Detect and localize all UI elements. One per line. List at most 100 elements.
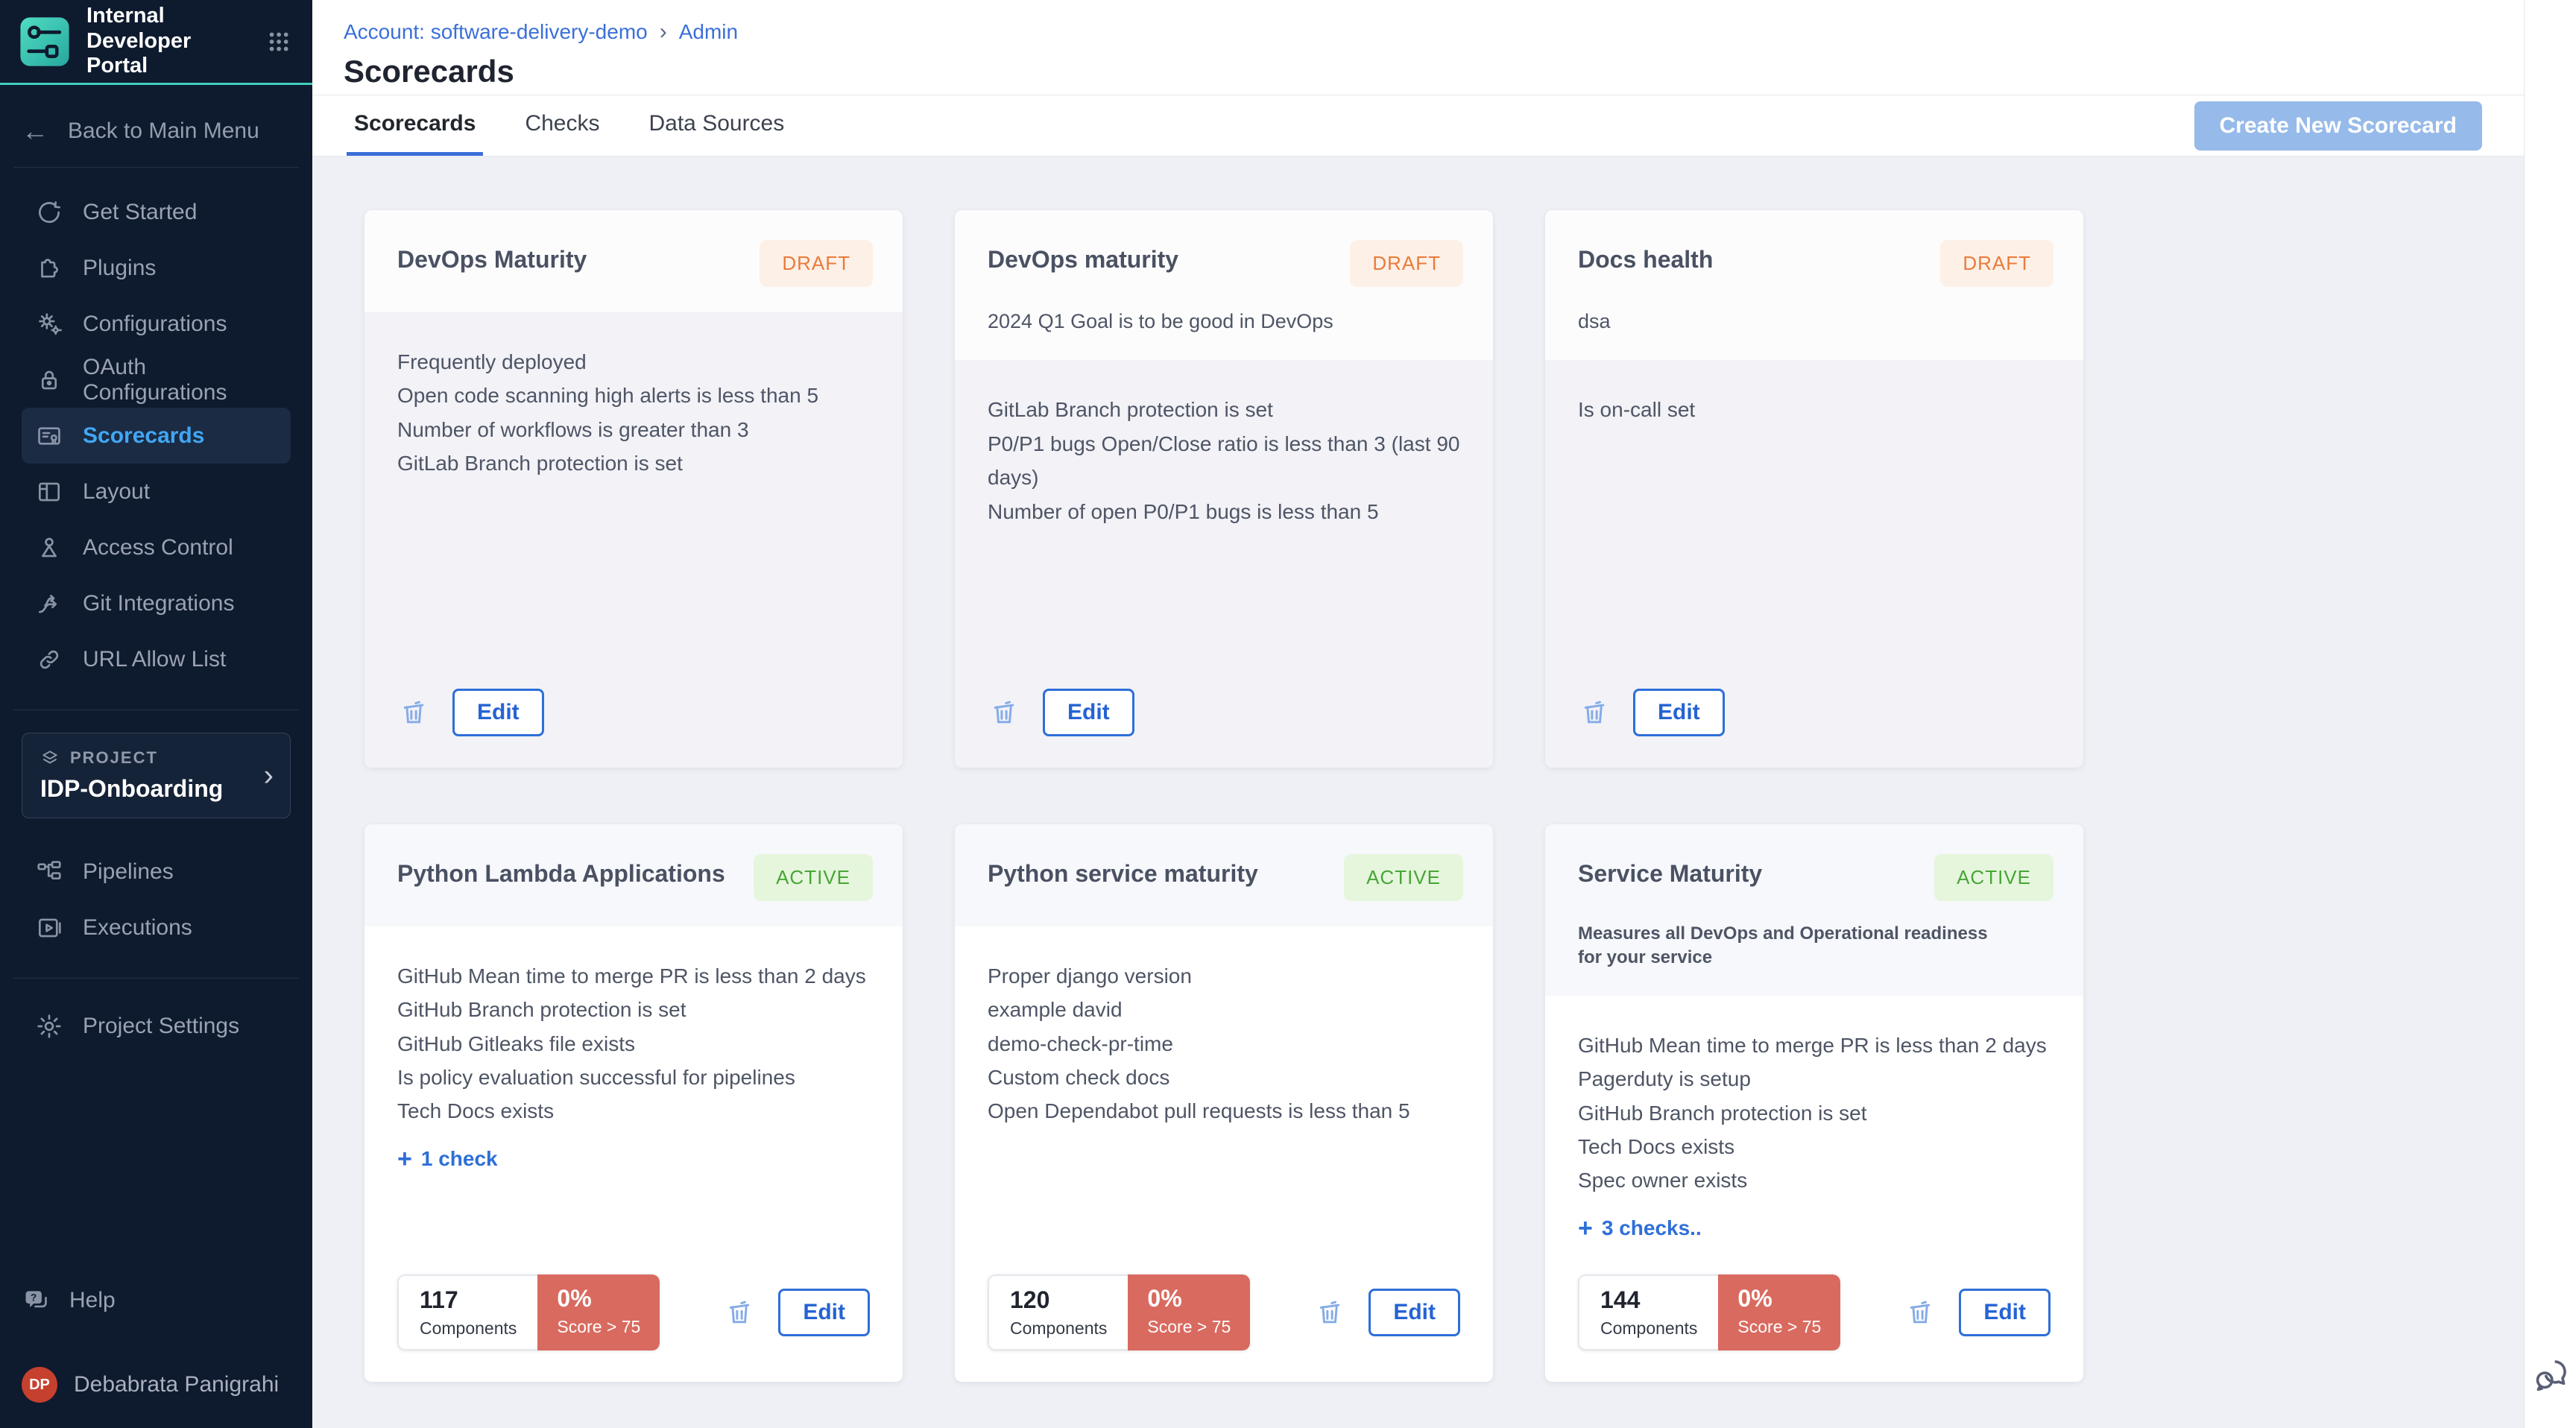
check-item: Proper django version — [988, 959, 1460, 993]
back-to-main-menu[interactable]: ← Back to Main Menu — [22, 118, 291, 145]
edit-button[interactable]: Edit — [452, 689, 544, 736]
sidebar-item-label: Access Control — [83, 535, 233, 560]
status-badge: DRAFT — [1350, 240, 1463, 287]
scorecard-title: Docs health — [1578, 240, 1713, 274]
user-menu[interactable]: DP Debabrata Panigrahi — [22, 1367, 291, 1403]
back-label: Back to Main Menu — [68, 119, 259, 144]
support-chat-button[interactable] — [2531, 1355, 2571, 1395]
divider — [13, 167, 299, 168]
scorecard-card: Docs health DRAFT dsa Is on-call set — [1545, 210, 2083, 768]
sidebar-header: Internal Developer Portal — [0, 0, 312, 85]
delete-button[interactable] — [397, 694, 430, 731]
edit-button[interactable]: Edit — [1959, 1289, 2051, 1336]
scorecard-card: Python Lambda Applications ACTIVE GitHub… — [364, 824, 903, 1382]
sidebar-item-help[interactable]: ? Help — [22, 1272, 291, 1328]
delete-button[interactable] — [1904, 1294, 1936, 1331]
more-checks-link[interactable]: + 3 checks.. — [1578, 1216, 2051, 1241]
status-badge: ACTIVE — [1934, 854, 2053, 901]
score-label: Score > 75 — [1147, 1317, 1231, 1337]
sidebar-item-get-started[interactable]: Get Started — [22, 184, 291, 240]
edit-button[interactable]: Edit — [1043, 689, 1134, 736]
components-count: 117 — [420, 1286, 517, 1314]
project-name: IDP-Onboarding — [40, 775, 272, 803]
sidebar-item-label: Pipelines — [83, 859, 174, 885]
project-nav: Pipelines Executions — [0, 844, 312, 955]
card-body: GitHub Mean time to merge PR is less tha… — [364, 926, 903, 1382]
layout-icon — [35, 478, 63, 506]
svg-text:?: ? — [31, 1292, 37, 1303]
card-body: Frequently deployedOpen code scanning hi… — [364, 312, 903, 768]
plus-icon: + — [397, 1146, 412, 1172]
check-item: example david — [988, 993, 1460, 1026]
sidebar-item-pipelines[interactable]: Pipelines — [22, 844, 291, 900]
sidebar-item-url-allow-list[interactable]: URL Allow List — [22, 631, 291, 687]
help-label: Help — [69, 1288, 116, 1313]
sidebar-item-label: Executions — [83, 915, 192, 941]
components-label: Components — [420, 1318, 517, 1339]
components-score-chip: 144 Components 0% Score > 75 — [1578, 1274, 1840, 1350]
project-eyebrow: PROJECT — [70, 748, 158, 768]
edit-button[interactable]: Edit — [1633, 689, 1725, 736]
card-header: Python service maturity ACTIVE — [955, 824, 1493, 926]
delete-button[interactable] — [988, 694, 1020, 731]
scorecard-description: Measures all DevOps and Operational read… — [1578, 922, 1995, 970]
card-body: GitHub Mean time to merge PR is less tha… — [1545, 996, 2083, 1382]
delete-button[interactable] — [1313, 1294, 1346, 1331]
delete-button[interactable] — [723, 1294, 756, 1331]
sidebar-item-label: Git Integrations — [83, 591, 234, 616]
score-label: Score > 75 — [557, 1317, 640, 1337]
check-item: Pagerduty is setup — [1578, 1062, 2051, 1096]
sidebar-item-oauth-configurations[interactable]: OAuth Configurations — [22, 352, 291, 408]
sidebar-item-label: Scorecards — [83, 423, 204, 449]
sidebar-item-scorecards[interactable]: Scorecards — [22, 408, 291, 464]
card-footer: Edit — [988, 689, 1460, 736]
more-checks-link[interactable]: + 1 check — [397, 1146, 870, 1172]
arrow-left-icon: ← — [22, 118, 48, 145]
status-badge: DRAFT — [1940, 240, 2053, 287]
breadcrumb-account-link[interactable]: Account: software-delivery-demo — [344, 20, 648, 44]
app-logo-icon — [19, 16, 70, 67]
check-item: Open code scanning high alerts is less t… — [397, 379, 870, 412]
sidebar-item-access-control[interactable]: Access Control — [22, 519, 291, 575]
components-count: 120 — [1010, 1286, 1107, 1314]
tab-data-sources[interactable]: Data Sources — [641, 95, 792, 156]
sidebar-item-executions[interactable]: Executions — [22, 900, 291, 955]
tab-checks[interactable]: Checks — [517, 95, 607, 156]
scorecard-card: DevOps maturity DRAFT 2024 Q1 Goal is to… — [955, 210, 1493, 768]
project-selector[interactable]: PROJECT IDP-Onboarding › — [22, 733, 291, 818]
sidebar-item-configurations[interactable]: Configurations — [22, 296, 291, 352]
breadcrumb-admin-link[interactable]: Admin — [679, 20, 738, 44]
scorecard-title: Python Lambda Applications — [397, 854, 725, 888]
check-item: Spec owner exists — [1578, 1163, 2051, 1197]
card-header: Python Lambda Applications ACTIVE — [364, 824, 903, 926]
create-new-scorecard-button[interactable]: Create New Scorecard — [2194, 101, 2483, 151]
scorecard-card: Python service maturity ACTIVE Proper dj… — [955, 824, 1493, 1382]
divider — [13, 978, 299, 979]
gear-icon — [35, 1012, 63, 1040]
sidebar-item-label: Configurations — [83, 312, 227, 337]
access-control-icon — [35, 534, 63, 562]
scorecard-card: Service Maturity ACTIVE Measures all Dev… — [1545, 824, 2083, 1382]
sidebar-item-plugins[interactable]: Plugins — [22, 240, 291, 296]
edit-button[interactable]: Edit — [778, 1289, 870, 1336]
sidebar-item-git-integrations[interactable]: Git Integrations — [22, 575, 291, 631]
checks-list: Is on-call set — [1578, 393, 2051, 426]
card-header: DevOps maturity DRAFT 2024 Q1 Goal is to… — [955, 210, 1493, 360]
tab-scorecards[interactable]: Scorecards — [347, 95, 483, 156]
check-item: GitHub Mean time to merge PR is less tha… — [1578, 1029, 2051, 1062]
edit-button[interactable]: Edit — [1368, 1289, 1460, 1336]
configurations-icon — [35, 310, 63, 338]
delete-button[interactable] — [1578, 694, 1611, 731]
right-gutter — [2524, 0, 2576, 1428]
sidebar-item-project-settings[interactable]: Project Settings — [22, 998, 291, 1054]
sidebar-item-layout[interactable]: Layout — [22, 464, 291, 519]
check-item: Tech Docs exists — [397, 1094, 870, 1128]
scorecard-card: DevOps Maturity DRAFT Frequently deploye… — [364, 210, 903, 768]
scorecard-title: DevOps maturity — [988, 240, 1178, 274]
check-item: GitHub Branch protection is set — [1578, 1096, 2051, 1130]
sidebar-item-label: URL Allow List — [83, 647, 226, 672]
status-badge: ACTIVE — [754, 854, 873, 901]
card-footer: 120 Components 0% Score > 75 — [988, 1274, 1460, 1350]
app-switcher-grid-icon[interactable] — [265, 26, 293, 57]
components-score-chip: 117 Components 0% Score > 75 — [397, 1274, 660, 1350]
